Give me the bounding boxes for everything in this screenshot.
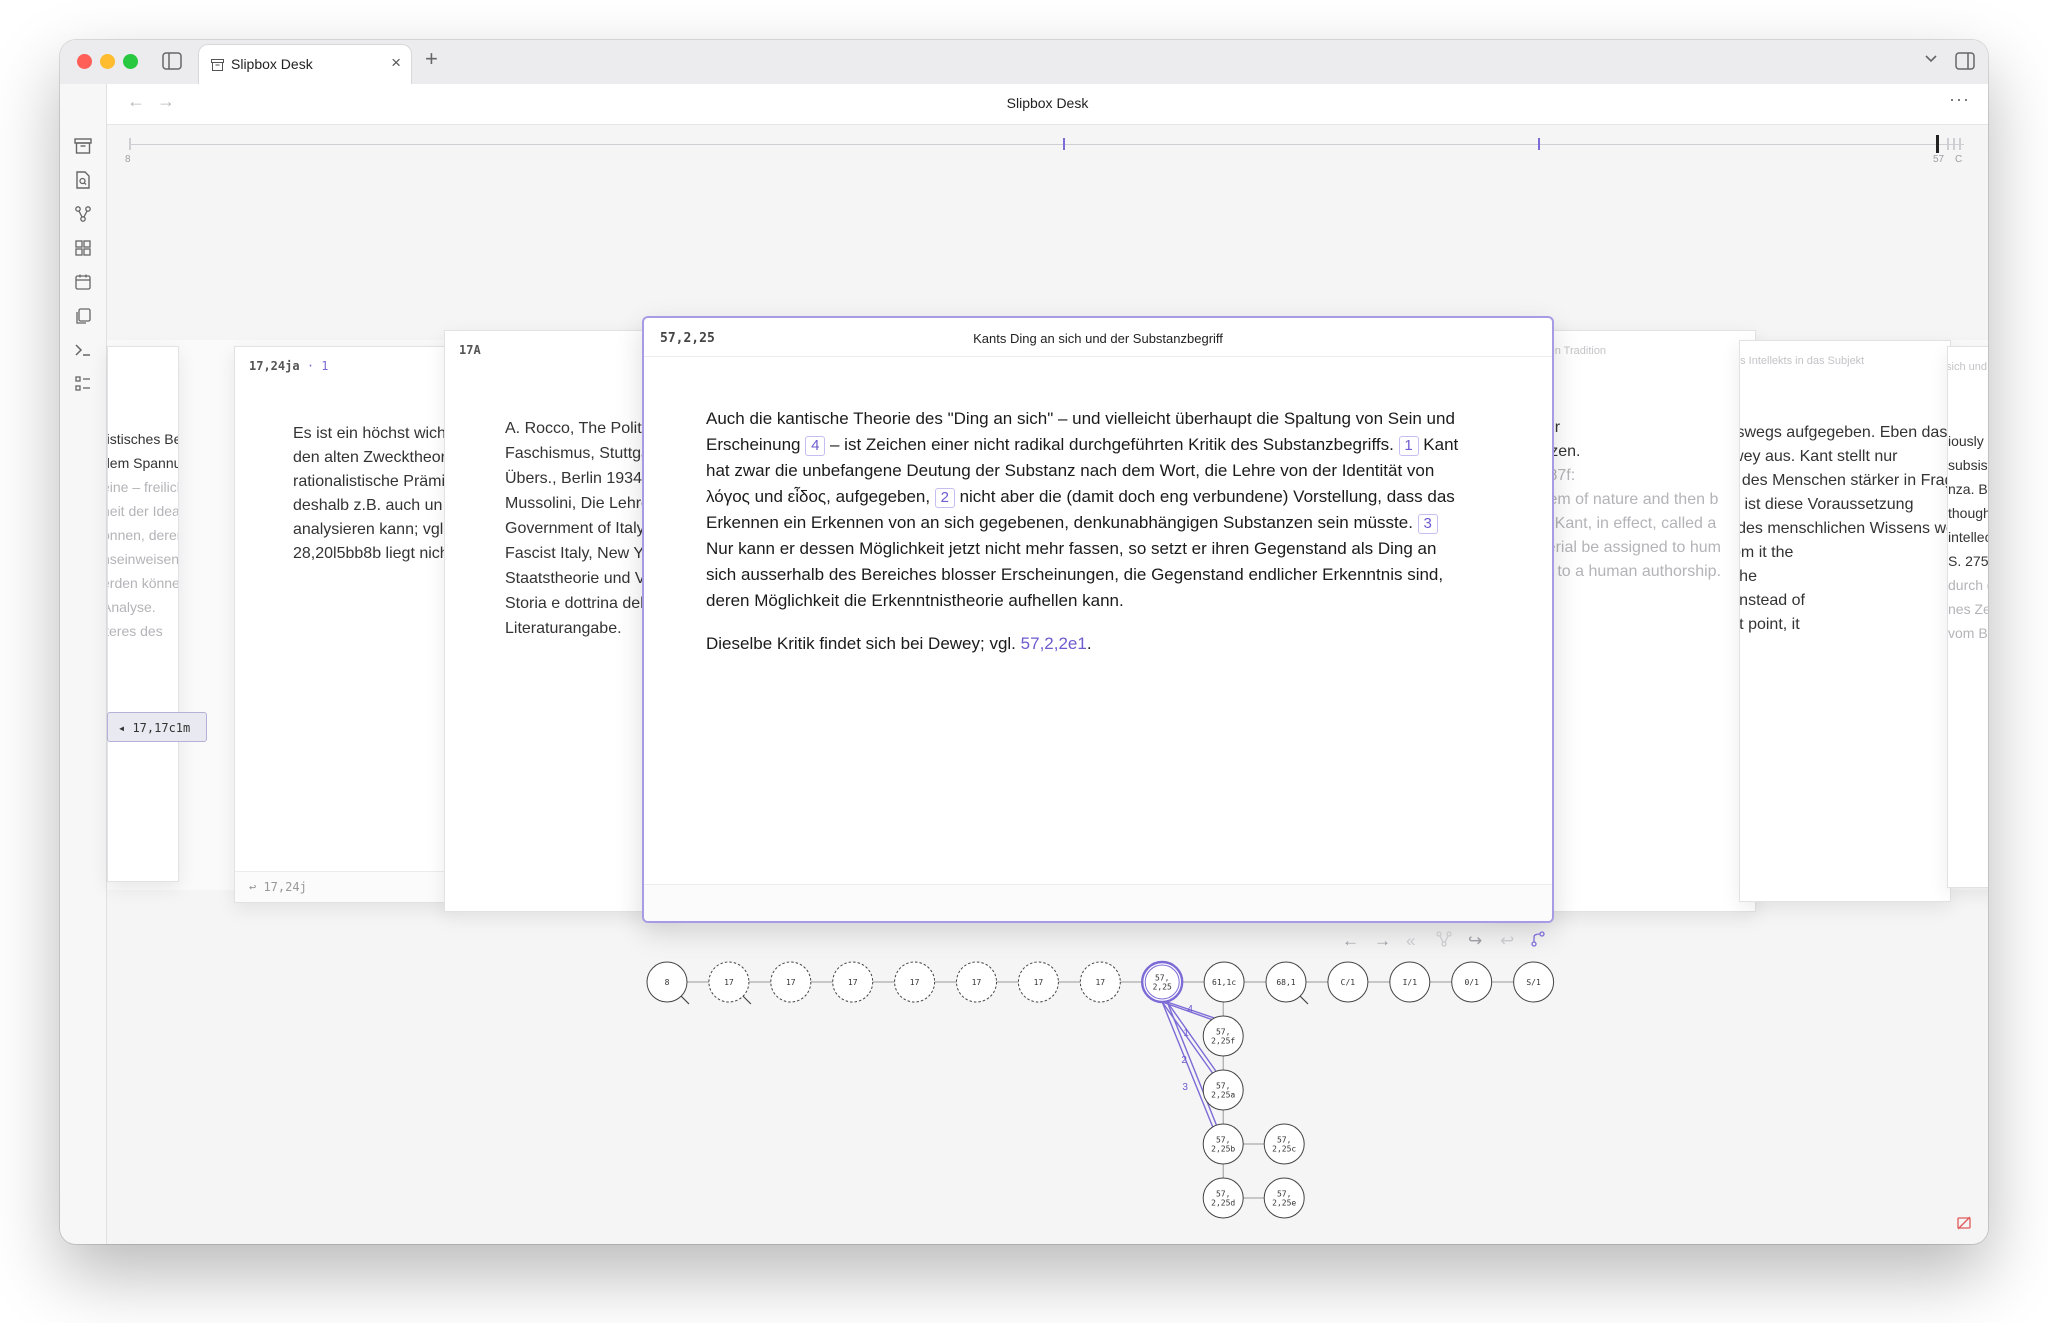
svg-text:2,25f: 2,25f bbox=[1211, 1037, 1235, 1046]
tab-close-icon[interactable]: × bbox=[391, 53, 401, 73]
graph-node[interactable]: 57,2,25f bbox=[1202, 1015, 1244, 1057]
tab-label: Slipbox Desk bbox=[231, 56, 313, 72]
graph-edge-label: 2 bbox=[1181, 1055, 1187, 1066]
svg-text:I/1: I/1 bbox=[1403, 978, 1418, 987]
app-window: Slipbox Desk × + ← → Slipbox Desk ··· 8 … bbox=[60, 40, 1988, 1244]
graph-node[interactable]: 57,2,25d bbox=[1202, 1177, 1244, 1219]
svg-text:2,25c: 2,25c bbox=[1272, 1145, 1296, 1154]
list-icon[interactable] bbox=[73, 374, 93, 394]
blocks-icon[interactable] bbox=[73, 238, 93, 258]
tab-slipbox-desk[interactable]: Slipbox Desk × bbox=[198, 44, 412, 85]
svg-text:8: 8 bbox=[665, 978, 670, 987]
note-graph[interactable]: 41238 17 17 17 17 17 17 17 57,2,25 61,1c 68,1 C/1 I/… bbox=[107, 84, 1988, 1244]
main-area: ← → Slipbox Desk ··· 8 57 C ristisches B… bbox=[107, 84, 1988, 1244]
graph-node[interactable]: C/1 bbox=[1327, 961, 1369, 1003]
graph-node[interactable]: 0/1 bbox=[1451, 961, 1493, 1003]
graph-icon[interactable] bbox=[73, 204, 93, 224]
graph-node[interactable]: 17 bbox=[956, 961, 997, 1003]
graph-node-current[interactable]: 57,2,25 bbox=[1140, 960, 1184, 1004]
svg-text:17: 17 bbox=[724, 978, 734, 987]
svg-text:61,1c: 61,1c bbox=[1212, 978, 1236, 987]
svg-text:S/1: S/1 bbox=[1526, 978, 1541, 987]
graph-edge-label: 3 bbox=[1182, 1082, 1188, 1093]
svg-text:57,: 57, bbox=[1216, 1190, 1230, 1199]
graph-node[interactable]: 17 bbox=[894, 961, 936, 1003]
maximize-window-button[interactable] bbox=[123, 54, 138, 69]
svg-text:57,: 57, bbox=[1277, 1190, 1291, 1199]
archive-tab-icon bbox=[211, 58, 224, 76]
archive-icon[interactable] bbox=[73, 136, 93, 156]
graph-edge-label: 4 bbox=[1187, 1004, 1193, 1015]
svg-text:57,: 57, bbox=[1216, 1136, 1230, 1145]
svg-text:17: 17 bbox=[848, 978, 858, 987]
graph-edge-label: 1 bbox=[1183, 1028, 1189, 1039]
graph-node[interactable]: 57,2,25c bbox=[1263, 1123, 1305, 1165]
graph-node[interactable]: 57,2,25e bbox=[1263, 1177, 1305, 1219]
minimize-window-button[interactable] bbox=[100, 54, 115, 69]
graph-node[interactable]: 57,2,25a bbox=[1202, 1069, 1244, 1111]
right-sidebar-toggle-icon[interactable] bbox=[1955, 52, 1975, 75]
graph-node[interactable]: 17 bbox=[770, 961, 812, 1003]
close-window-button[interactable] bbox=[77, 54, 92, 69]
svg-text:0/1: 0/1 bbox=[1464, 978, 1479, 987]
svg-text:57,: 57, bbox=[1155, 974, 1169, 983]
graph-node[interactable]: S/1 bbox=[1513, 961, 1555, 1003]
copy-icon[interactable] bbox=[73, 306, 93, 326]
graph-node[interactable]: 17 bbox=[832, 961, 874, 1003]
graph-node[interactable]: I/1 bbox=[1389, 961, 1431, 1003]
svg-text:17: 17 bbox=[910, 978, 920, 987]
chevron-down-icon[interactable] bbox=[1924, 51, 1938, 67]
calendar-icon[interactable] bbox=[73, 272, 93, 292]
left-ribbon bbox=[60, 84, 107, 1244]
svg-text:2,25d: 2,25d bbox=[1211, 1199, 1235, 1208]
svg-text:17: 17 bbox=[786, 978, 796, 987]
svg-text:2,25e: 2,25e bbox=[1272, 1199, 1296, 1208]
svg-text:57,: 57, bbox=[1216, 1082, 1230, 1091]
search-doc-icon[interactable] bbox=[73, 170, 93, 190]
graph-node[interactable]: 17 bbox=[708, 961, 752, 1005]
svg-text:C/1: C/1 bbox=[1341, 978, 1356, 987]
title-bar: Slipbox Desk × + bbox=[60, 40, 1988, 85]
svg-text:2,25a: 2,25a bbox=[1211, 1091, 1235, 1100]
svg-text:17: 17 bbox=[1095, 978, 1105, 987]
graph-node[interactable]: 61,1c bbox=[1203, 961, 1245, 1003]
graph-node[interactable]: 8 bbox=[646, 961, 690, 1005]
svg-text:68,1: 68,1 bbox=[1276, 978, 1295, 987]
sidebar-toggle-icon[interactable] bbox=[162, 52, 182, 75]
svg-text:57,: 57, bbox=[1216, 1028, 1230, 1037]
graph-node[interactable]: 68,1 bbox=[1265, 961, 1309, 1005]
svg-text:17: 17 bbox=[1034, 978, 1044, 987]
graph-node[interactable]: 57,2,25b bbox=[1202, 1123, 1244, 1165]
disabled-sync-icon[interactable] bbox=[1956, 1215, 1972, 1236]
svg-text:2,25: 2,25 bbox=[1153, 983, 1172, 992]
svg-text:2,25b: 2,25b bbox=[1211, 1145, 1235, 1154]
graph-node[interactable]: 17 bbox=[1017, 961, 1059, 1003]
terminal-icon[interactable] bbox=[73, 340, 93, 360]
new-tab-icon[interactable]: + bbox=[425, 46, 438, 72]
graph-link-edge bbox=[1161, 1001, 1214, 1129]
svg-text:17: 17 bbox=[972, 978, 982, 987]
graph-node[interactable]: 17 bbox=[1079, 961, 1121, 1003]
svg-text:57,: 57, bbox=[1277, 1136, 1291, 1145]
